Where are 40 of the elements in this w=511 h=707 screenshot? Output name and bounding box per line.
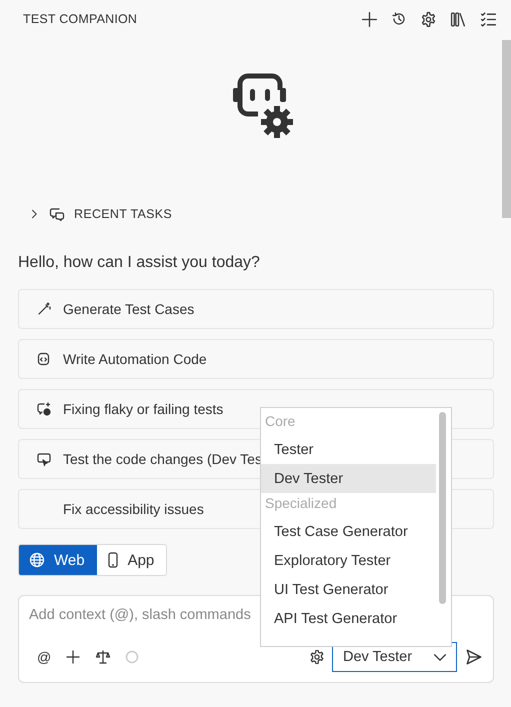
circle-icon [125,650,140,664]
scrollbar[interactable] [502,40,511,218]
chat-bug-icon [36,401,52,417]
group-heading: Specialized [264,494,338,513]
scales-button[interactable] [95,649,112,665]
code-page-icon [36,351,52,367]
history-button[interactable] [391,11,407,27]
plus-icon [65,649,82,665]
platform-tab[interactable]: App [96,545,166,575]
send-icon [465,648,483,666]
settings-icon [310,650,324,664]
settings-icon [420,10,437,28]
magic-wand-icon [36,301,52,317]
phone-icon [106,552,119,568]
plus-icon [361,10,378,28]
add-button[interactable] [65,649,82,665]
settings-button[interactable] [420,10,437,28]
new-chat-button[interactable] [361,10,378,28]
agent-settings-button[interactable] [310,650,324,664]
greeting-heading: Hello, how can I assist you today? [18,254,261,273]
tasks-button[interactable] [480,10,497,28]
screen-cursor-icon [36,451,52,467]
books-icon [450,10,467,28]
chat-bubbles-icon [49,206,65,222]
library-button[interactable] [450,10,467,28]
panel-title: TEST COMPANION [23,12,138,26]
checklist-icon [480,10,497,28]
agent-option[interactable]: Dev Tester [261,464,436,493]
scales-icon [95,649,112,665]
recent-tasks-toggle[interactable]: RECENT TASKS [0,206,178,222]
send-button[interactable] [465,648,483,666]
suggestion-card[interactable]: Generate Test Cases [18,289,494,329]
suggestion-card[interactable]: Write Automation Code [18,339,494,379]
globe-icon [29,552,45,568]
group-heading: Core [264,412,296,431]
dropdown-scrollbar[interactable] [439,412,446,604]
platform-tab[interactable]: Web [19,545,97,575]
chevron-down-icon [434,654,446,660]
mention-button[interactable]: @ [29,649,52,665]
history-icon [391,11,407,27]
